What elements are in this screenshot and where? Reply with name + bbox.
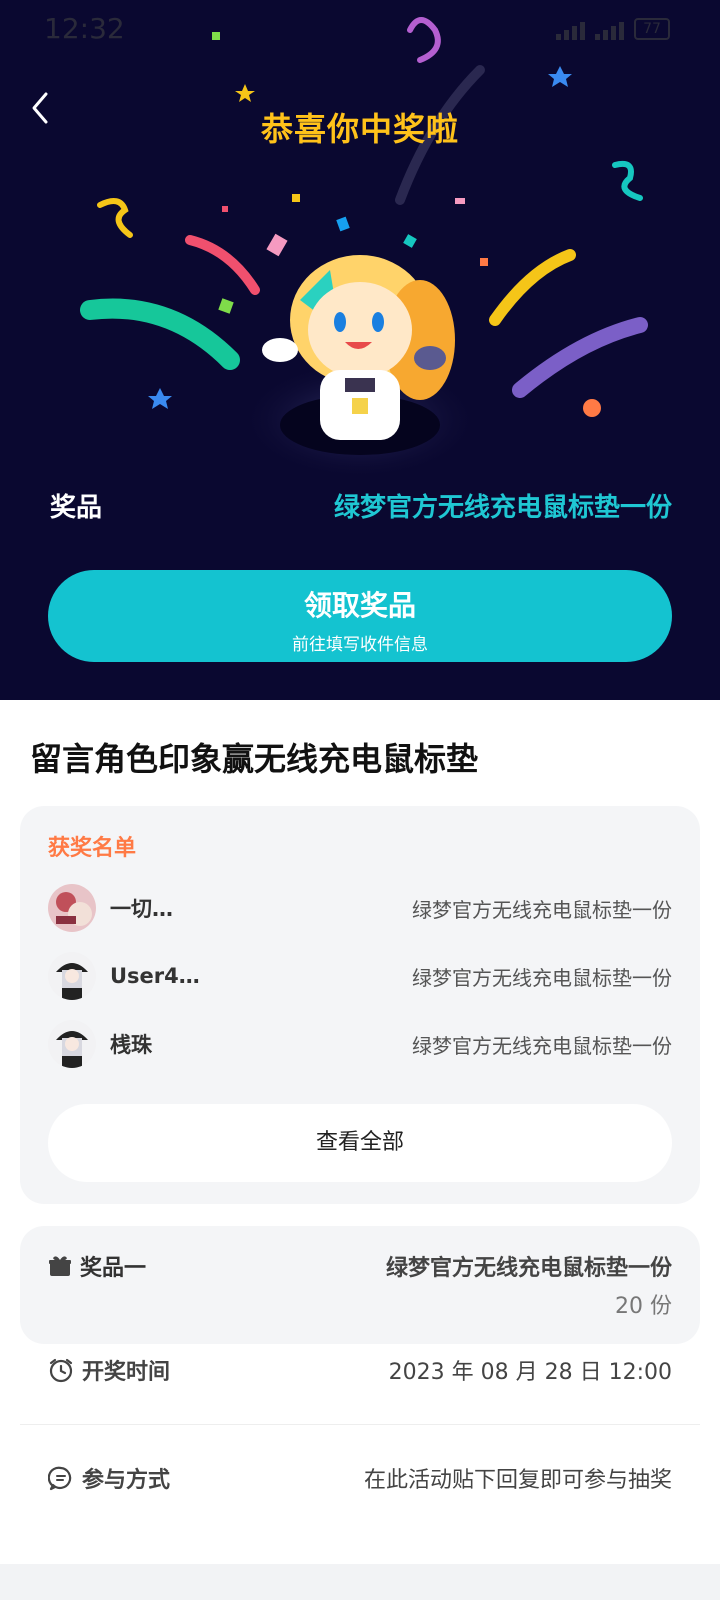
comment-icon: [48, 1466, 72, 1491]
battery-icon: 77: [634, 18, 670, 40]
signal-icon: [595, 22, 624, 40]
draw-time-value: 2023 年 08 月 28 日 12:00: [388, 1360, 672, 1385]
hero-banner: 12:32 77 恭喜你中奖啦 奖品 绿梦官方无线充电鼠标垫一份 领取奖品 前往…: [0, 0, 720, 700]
claim-button-sublabel: 前往填写收件信息: [292, 635, 428, 655]
winner-name: 一切…: [110, 897, 173, 921]
winner-prize: 绿梦官方无线充电鼠标垫一份: [412, 965, 672, 990]
status-bar: 12:32 77: [0, 0, 720, 60]
winner-name: 桟珠: [110, 1033, 152, 1057]
gift-icon: [49, 1256, 71, 1276]
participate-label: 参与方式: [82, 1468, 171, 1493]
draw-time-label: 开奖时间: [82, 1360, 171, 1385]
alarm-clock-icon: [49, 1358, 73, 1383]
prize-summary: 奖品 绿梦官方无线充电鼠标垫一份: [50, 480, 672, 530]
prize-card-label: 奖品一: [80, 1256, 147, 1281]
status-time: 12:32: [44, 12, 125, 45]
winners-title: 获奖名单: [48, 836, 137, 861]
signal-icon: [556, 22, 585, 40]
view-all-button[interactable]: 查看全部: [48, 1104, 672, 1182]
winner-row[interactable]: 桟珠 绿梦官方无线充电鼠标垫一份: [48, 1018, 672, 1070]
activity-details: 留言角色印象赢无线充电鼠标垫 获奖名单 一切… 绿梦官方无线充电鼠标垫一份 Us…: [0, 700, 720, 1564]
winner-row[interactable]: User4… 绿梦官方无线充电鼠标垫一份: [48, 950, 672, 1002]
winner-row[interactable]: 一切… 绿梦官方无线充电鼠标垫一份: [48, 882, 672, 934]
participate-row: 参与方式 在此活动贴下回复即可参与抽奖: [20, 1424, 700, 1532]
prize-card-name: 绿梦官方无线充电鼠标垫一份: [385, 1256, 672, 1281]
avatar: [48, 884, 96, 932]
avatar: [48, 1020, 96, 1068]
winner-name: User4…: [110, 964, 200, 988]
winners-card: 获奖名单 一切… 绿梦官方无线充电鼠标垫一份 User4… 绿梦官方无线充电鼠标…: [20, 806, 700, 1204]
claim-button-label: 领取奖品: [303, 589, 416, 622]
participate-value: 在此活动贴下回复即可参与抽奖: [363, 1468, 672, 1493]
page-title: 恭喜你中奖啦: [260, 110, 459, 148]
claim-prize-button[interactable]: 领取奖品 前往填写收件信息: [48, 570, 672, 662]
draw-time-row: 开奖时间 2023 年 08 月 28 日 12:00: [20, 1316, 700, 1424]
prize-label: 奖品: [50, 492, 103, 523]
prize-value: 绿梦官方无线充电鼠标垫一份: [333, 492, 672, 523]
avatar: [48, 952, 96, 1000]
winner-prize: 绿梦官方无线充电鼠标垫一份: [412, 897, 672, 922]
winner-prize: 绿梦官方无线充电鼠标垫一份: [412, 1033, 672, 1058]
prize-card-header: 奖品一: [48, 1250, 146, 1282]
status-icons: 77: [556, 18, 670, 40]
activity-title: 留言角色印象赢无线充电鼠标垫: [30, 740, 479, 778]
